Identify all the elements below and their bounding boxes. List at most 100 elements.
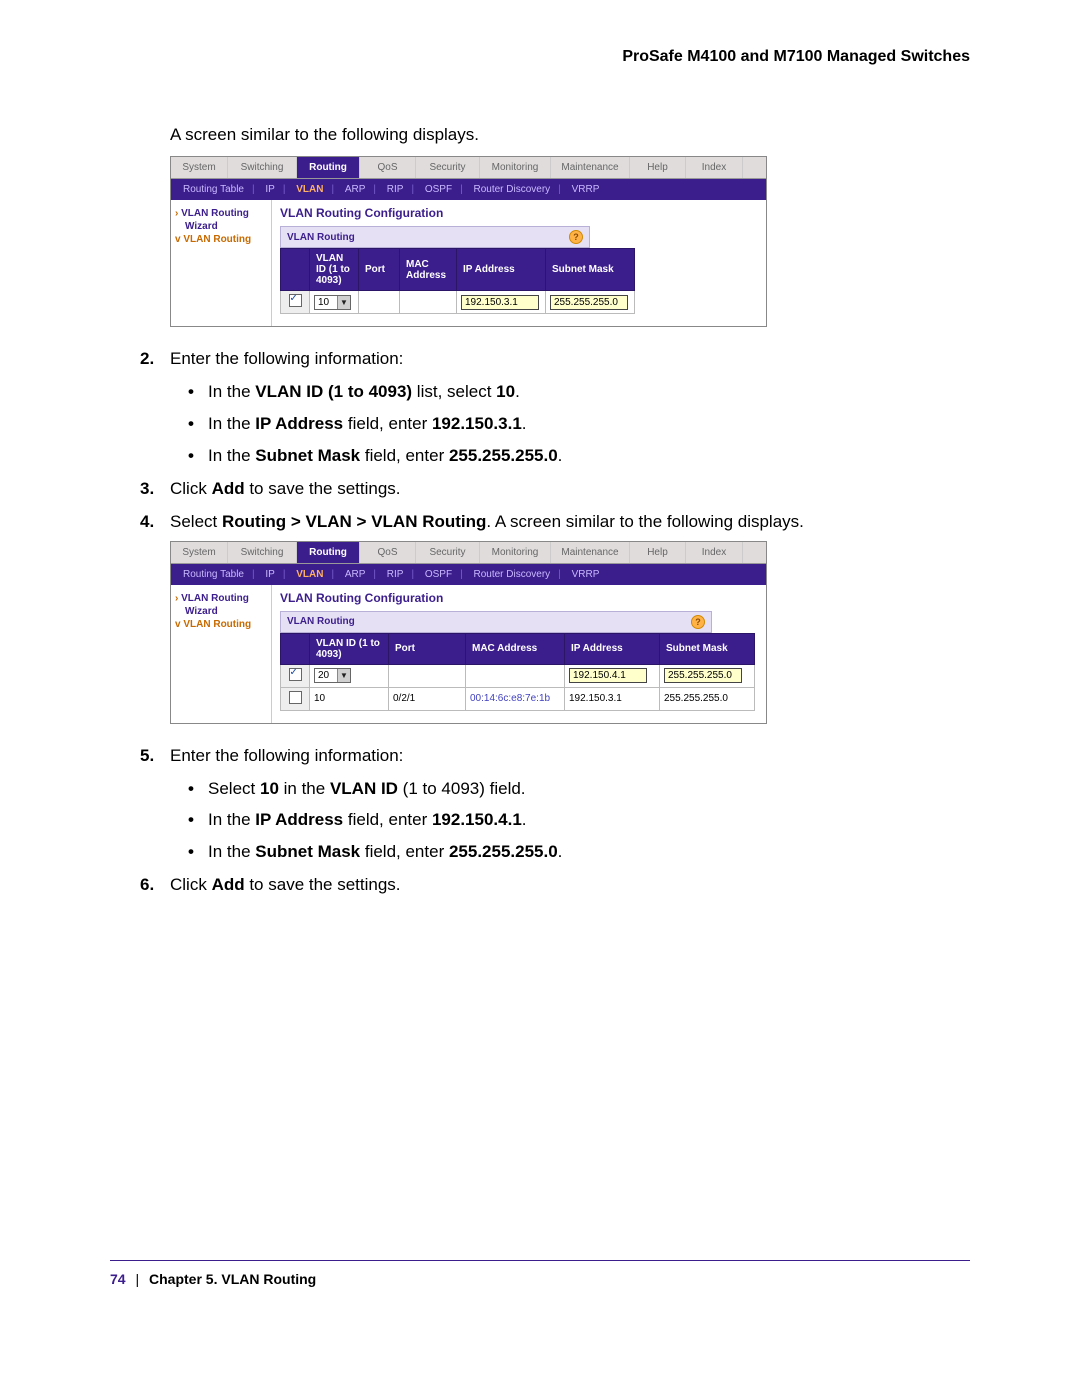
tab-routing[interactable]: Routing <box>297 542 360 563</box>
sub-rip[interactable]: RIP <box>383 184 408 195</box>
tab-switching[interactable]: Switching <box>228 157 297 178</box>
vlan-id-dropdown[interactable]: 20 ▼ <box>314 668 351 683</box>
tab-index[interactable]: Index <box>686 542 743 563</box>
col-mask: Subnet Mask <box>660 633 755 664</box>
subnet-mask-input[interactable]: 255.255.255.0 <box>664 668 742 683</box>
sub-routing-table[interactable]: Routing Table <box>179 184 248 195</box>
panel-bar-label: VLAN Routing <box>287 616 355 627</box>
sub-ip[interactable]: IP <box>261 569 278 580</box>
page-header: ProSafe M4100 and M7100 Managed Switches <box>110 48 970 66</box>
step-number: 3. <box>140 475 154 504</box>
step-number: 4. <box>140 508 154 537</box>
help-icon[interactable]: ? <box>569 230 583 244</box>
sub-arp[interactable]: ARP <box>341 569 370 580</box>
step-number: 5. <box>140 742 154 771</box>
footer: 74 | Chapter 5. VLAN Routing <box>110 1260 970 1287</box>
tab-qos[interactable]: QoS <box>360 542 416 563</box>
tab-switching[interactable]: Switching <box>228 542 297 563</box>
table-row: 10 0/2/1 00:14:6c:e8:7e:1b 192.150.3.1 2… <box>281 687 755 710</box>
tab-maintenance[interactable]: Maintenance <box>551 157 630 178</box>
sidebar-item-label: VLAN Routing <box>183 234 251 245</box>
table-row: 20 ▼ 192.150.4.1 255.255.255.0 <box>281 664 755 687</box>
sub-router-discovery[interactable]: Router Discovery <box>469 184 554 195</box>
step-2: 2. Enter the following information: In t… <box>140 345 970 471</box>
vlan-table-1: VLAN ID (1 to 4093) Port MAC Address IP … <box>280 248 635 314</box>
sub-vrrp[interactable]: VRRP <box>568 569 604 580</box>
bullet: In the VLAN ID (1 to 4093) list, select … <box>188 378 970 407</box>
sub-vrrp[interactable]: VRRP <box>568 184 604 195</box>
vlan-id-dropdown[interactable]: 10 ▼ <box>314 295 351 310</box>
sub-routing-table[interactable]: Routing Table <box>179 569 248 580</box>
bullet: In the IP Address field, enter 192.150.3… <box>188 410 970 439</box>
intro-text: A screen similar to the following displa… <box>170 122 970 148</box>
col-mask: Subnet Mask <box>546 249 635 291</box>
step-5: 5. Enter the following information: Sele… <box>140 742 970 868</box>
help-icon[interactable]: ? <box>691 615 705 629</box>
step-number: 2. <box>140 345 154 374</box>
tab-monitoring[interactable]: Monitoring <box>480 157 551 178</box>
tab-system[interactable]: System <box>171 542 228 563</box>
cell-mac: 00:14:6c:e8:7e:1b <box>466 687 565 710</box>
sidebar: › VLAN Routing Wizard v VLAN Routing <box>171 585 272 723</box>
sub-ospf[interactable]: OSPF <box>421 184 456 195</box>
cell-vlan-id: 10 <box>310 687 389 710</box>
sidebar-item-label: VLAN Routing <box>181 593 249 604</box>
sub-rip[interactable]: RIP <box>383 569 408 580</box>
col-ip: IP Address <box>457 249 546 291</box>
tab-help[interactable]: Help <box>630 542 686 563</box>
sidebar-item-label: Wizard <box>175 221 267 232</box>
sidebar-vlan-routing-wizard[interactable]: › VLAN Routing <box>175 206 267 221</box>
col-vlan-id: VLAN ID (1 to 4093) <box>310 633 389 664</box>
dropdown-value: 10 <box>315 297 337 308</box>
step-6: 6. Click Add to save the settings. <box>140 871 970 900</box>
sub-arp[interactable]: ARP <box>341 184 370 195</box>
col-ip: IP Address <box>565 633 660 664</box>
ip-address-input[interactable]: 192.150.4.1 <box>569 668 647 683</box>
sidebar-vlan-routing[interactable]: v VLAN Routing <box>175 232 267 247</box>
sidebar-item-label: VLAN Routing <box>183 619 251 630</box>
tab-index[interactable]: Index <box>686 157 743 178</box>
row-checkbox[interactable] <box>289 668 302 681</box>
screenshot-1: System Switching Routing QoS Security Mo… <box>170 156 767 327</box>
tab-help[interactable]: Help <box>630 157 686 178</box>
sub-ospf[interactable]: OSPF <box>421 569 456 580</box>
col-mac: MAC Address <box>466 633 565 664</box>
chapter-title: Chapter 5. VLAN Routing <box>149 1271 316 1287</box>
cell-port: 0/2/1 <box>389 687 466 710</box>
subnet-mask-input[interactable]: 255.255.255.0 <box>550 295 628 310</box>
tab-maintenance[interactable]: Maintenance <box>551 542 630 563</box>
dropdown-value: 20 <box>315 670 337 681</box>
row-checkbox[interactable] <box>289 691 302 704</box>
tab-qos[interactable]: QoS <box>360 157 416 178</box>
top-tabs: System Switching Routing QoS Security Mo… <box>171 157 766 179</box>
table-row: 10 ▼ 192.150.3.1 255.255.255.0 <box>281 291 635 314</box>
sidebar-vlan-routing-wizard[interactable]: › VLAN Routing <box>175 591 267 606</box>
sub-ip[interactable]: IP <box>261 184 278 195</box>
sidebar-vlan-routing[interactable]: v VLAN Routing <box>175 617 267 632</box>
submenu: Routing Table| IP| VLAN| ARP| RIP| OSPF|… <box>171 179 766 200</box>
screenshot-2: System Switching Routing QoS Security Mo… <box>170 541 767 724</box>
bullet: In the Subnet Mask field, enter 255.255.… <box>188 838 970 867</box>
row-checkbox[interactable] <box>289 294 302 307</box>
sidebar-item-label: Wizard <box>175 606 267 617</box>
col-mac: MAC Address <box>400 249 457 291</box>
panel-title: VLAN Routing Configuration <box>280 206 758 220</box>
col-port: Port <box>389 633 466 664</box>
sub-vlan[interactable]: VLAN <box>292 184 327 195</box>
tab-monitoring[interactable]: Monitoring <box>480 542 551 563</box>
step-3: 3. Click Add to save the settings. <box>140 475 970 504</box>
top-tabs: System Switching Routing QoS Security Mo… <box>171 542 766 564</box>
sub-vlan[interactable]: VLAN <box>292 569 327 580</box>
ip-address-input[interactable]: 192.150.3.1 <box>461 295 539 310</box>
step-text: Enter the following information: <box>170 349 403 368</box>
chevron-down-icon: ▼ <box>337 669 350 682</box>
sub-router-discovery[interactable]: Router Discovery <box>469 569 554 580</box>
panel-bar-label: VLAN Routing <box>287 232 355 243</box>
tab-security[interactable]: Security <box>416 157 480 178</box>
cell-ip: 192.150.3.1 <box>565 687 660 710</box>
tab-routing[interactable]: Routing <box>297 157 360 178</box>
sidebar: › VLAN Routing Wizard v VLAN Routing <box>171 200 272 326</box>
tab-system[interactable]: System <box>171 157 228 178</box>
step-text: Enter the following information: <box>170 746 403 765</box>
tab-security[interactable]: Security <box>416 542 480 563</box>
